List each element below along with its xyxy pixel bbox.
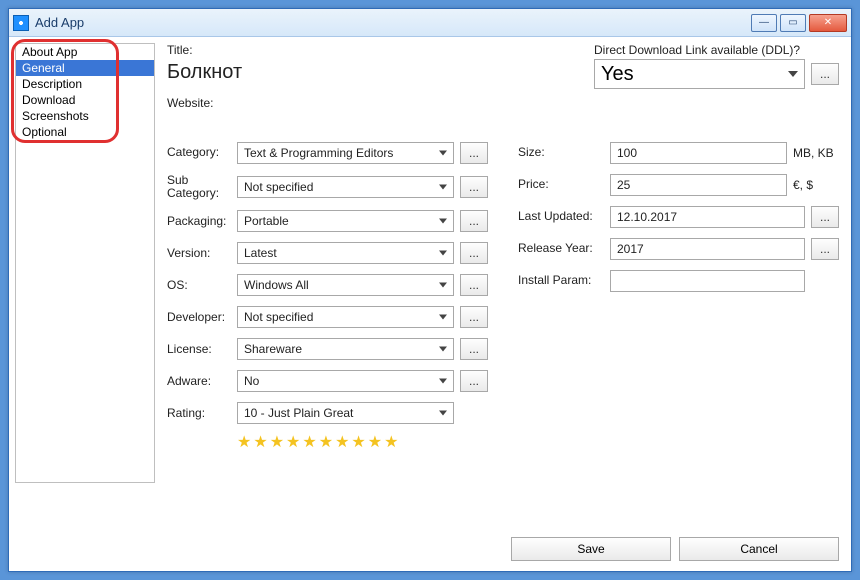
footer-buttons: Save Cancel (511, 537, 839, 561)
chevron-down-icon (439, 185, 447, 190)
maximize-button[interactable]: ▭ (780, 14, 806, 32)
adware-label: Adware: (167, 375, 231, 388)
sidebar-item-optional[interactable]: Optional (16, 124, 154, 140)
chevron-down-icon (439, 347, 447, 352)
chevron-down-icon (439, 315, 447, 320)
add-app-window: Add App — ▭ ✕ About App General Descript… (8, 8, 852, 572)
sidebar-wrap: About App General Description Download S… (15, 43, 155, 565)
packaging-more-button[interactable]: ... (460, 210, 488, 232)
minimize-button[interactable]: — (751, 14, 777, 32)
last-updated-input[interactable] (610, 206, 805, 228)
release-year-label: Release Year: (518, 242, 604, 255)
category-more-button[interactable]: ... (460, 142, 488, 164)
price-unit: €, $ (793, 178, 839, 192)
sidebar-item-about-app[interactable]: About App (16, 44, 154, 60)
chevron-down-icon (439, 411, 447, 416)
release-year-input[interactable] (610, 238, 805, 260)
titlebar: Add App — ▭ ✕ (9, 9, 851, 37)
adware-more-button[interactable]: ... (460, 370, 488, 392)
ddl-more-button[interactable]: ... (811, 63, 839, 85)
subcategory-select[interactable]: Not specified (237, 176, 454, 198)
top-row: Title: Website: Direct Download Link ava… (167, 43, 839, 112)
install-param-input[interactable] (610, 270, 805, 292)
right-column: Size: MB, KB Price: €, $ Last Updated: .… (518, 142, 839, 452)
developer-label: Developer: (167, 311, 231, 324)
license-label: License: (167, 343, 231, 356)
chevron-down-icon (439, 219, 447, 224)
close-button[interactable]: ✕ (809, 14, 847, 32)
version-label: Version: (167, 247, 231, 260)
packaging-label: Packaging: (167, 215, 231, 228)
developer-select[interactable]: Not specified (237, 306, 454, 328)
rating-label: Rating: (167, 407, 231, 420)
cancel-button[interactable]: Cancel (679, 537, 839, 561)
rating-select[interactable]: 10 - Just Plain Great (237, 402, 454, 424)
ddl-label: Direct Download Link available (DDL)? (594, 43, 839, 57)
chevron-down-icon (439, 251, 447, 256)
ddl-block: Direct Download Link available (DDL)? Ye… (594, 43, 839, 112)
price-input[interactable] (610, 174, 787, 196)
subcategory-more-button[interactable]: ... (460, 176, 488, 198)
sidebar: About App General Description Download S… (15, 43, 155, 483)
chevron-down-icon (439, 283, 447, 288)
category-select[interactable]: Text & Programming Editors (237, 142, 454, 164)
main-panel: Title: Website: Direct Download Link ava… (161, 43, 845, 565)
last-updated-more-button[interactable]: ... (811, 206, 839, 228)
ddl-select[interactable]: Yes (594, 59, 805, 89)
os-select[interactable]: Windows All (237, 274, 454, 296)
form-grid: Category: Text & Programming Editors ...… (167, 142, 839, 452)
license-more-button[interactable]: ... (460, 338, 488, 360)
title-label: Title: (167, 43, 564, 57)
window-title: Add App (35, 15, 751, 30)
version-select[interactable]: Latest (237, 242, 454, 264)
install-param-label: Install Param: (518, 274, 604, 287)
version-more-button[interactable]: ... (460, 242, 488, 264)
title-input[interactable] (167, 59, 564, 86)
window-controls: — ▭ ✕ (751, 14, 847, 32)
window-body: About App General Description Download S… (9, 37, 851, 571)
title-block: Title: Website: (167, 43, 564, 112)
last-updated-label: Last Updated: (518, 210, 604, 223)
chevron-down-icon (439, 151, 447, 156)
subcategory-label: Sub Category: (167, 174, 231, 200)
size-label: Size: (518, 146, 604, 159)
chevron-down-icon (439, 379, 447, 384)
sidebar-item-download[interactable]: Download (16, 92, 154, 108)
release-year-more-button[interactable]: ... (811, 238, 839, 260)
sidebar-item-screenshots[interactable]: Screenshots (16, 108, 154, 124)
packaging-select[interactable]: Portable (237, 210, 454, 232)
size-unit: MB, KB (793, 146, 839, 160)
os-label: OS: (167, 279, 231, 292)
app-icon (13, 15, 29, 31)
rating-stars: ★★★★★★★★★★ (237, 432, 488, 452)
size-input[interactable] (610, 142, 787, 164)
ddl-value: Yes (601, 63, 634, 86)
price-label: Price: (518, 178, 604, 191)
category-label: Category: (167, 146, 231, 159)
left-column: Category: Text & Programming Editors ...… (167, 142, 488, 452)
chevron-down-icon (788, 71, 798, 77)
os-more-button[interactable]: ... (460, 274, 488, 296)
developer-more-button[interactable]: ... (460, 306, 488, 328)
sidebar-item-general[interactable]: General (16, 60, 154, 76)
sidebar-item-description[interactable]: Description (16, 76, 154, 92)
license-select[interactable]: Shareware (237, 338, 454, 360)
adware-select[interactable]: No (237, 370, 454, 392)
website-label: Website: (167, 96, 564, 110)
save-button[interactable]: Save (511, 537, 671, 561)
